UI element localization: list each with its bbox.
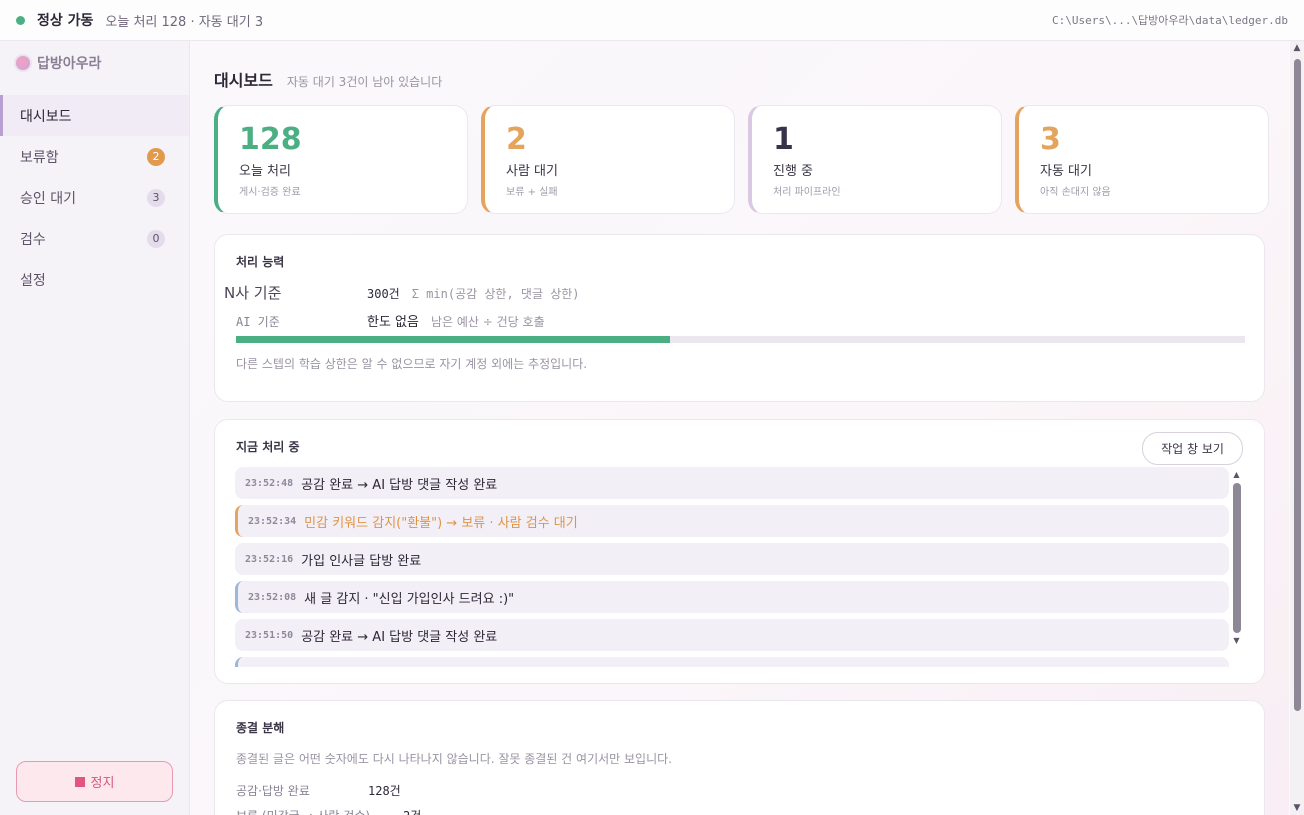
sidebar-item-review[interactable]: 검수 0 [0, 218, 189, 259]
kpi-sub: 보류 + 실패 [506, 187, 558, 198]
sidebar-item-dashboard[interactable]: 대시보드 [0, 95, 189, 136]
feed-text: 공감 완료 → AI 답방 댓글 작성 완료 [301, 477, 498, 493]
breakdown-label: 공감·답방 완료 [236, 784, 310, 798]
brand-logo-icon [14, 54, 32, 72]
scroll-up-icon[interactable]: ▲ [1290, 41, 1304, 55]
kpi-value: 2 [506, 122, 527, 157]
capacity-note: Σ min(공감 상한, 댓글 상한) [411, 287, 580, 301]
breakdown-value: 128건 [368, 784, 401, 798]
page-scrollbar[interactable]: ▲ ▼ [1290, 41, 1304, 815]
sidebar-item-label: 검수 [20, 231, 46, 248]
feed-time: 23:52:16 [245, 553, 294, 565]
count-badge: 0 [147, 229, 165, 248]
sidebar-item-settings[interactable]: 설정 [0, 259, 189, 300]
capacity-footnote: 다른 스텝의 학습 상한은 알 수 없으므로 자기 계정 외에는 추정입니다. [236, 357, 588, 371]
kpi-sub: 게시·검증 완료 [239, 187, 301, 198]
feed-time: 23:52:08 [248, 591, 297, 603]
count-badge: 2 [147, 147, 165, 166]
list-item: 23:51:50 공감 완료 → AI 답방 댓글 작성 완료 [235, 619, 1229, 651]
page-header: 대시보드 자동 대기 3건이 남아 있습니다 [214, 67, 442, 91]
breakdown-description: 종결된 글은 어떤 숫자에도 다시 나타나지 않습니다. 잘못 종결된 건 여기… [236, 752, 672, 766]
kpi-sub: 처리 파이프라인 [773, 187, 841, 198]
scroll-up-icon[interactable]: ▲ [1232, 470, 1241, 480]
capacity-label: AI 기준 [236, 315, 280, 329]
feed-time: 23:52:48 [245, 477, 294, 489]
status-indicator-icon [16, 15, 25, 25]
scroll-down-icon[interactable]: ▼ [1290, 801, 1304, 815]
kpi-card-processed: 128 오늘 처리 게시·검증 완료 [214, 105, 468, 214]
kpi-label: 진행 중 [773, 164, 814, 179]
kpi-label: 사람 대기 [506, 164, 558, 179]
status-bar: 정상 가동 오늘 처리 128 · 자동 대기 3 C:\Users\...\답… [0, 0, 1304, 41]
capacity-note: 남은 예산 ÷ 건당 호출 [430, 315, 545, 329]
capacity-label: N사 기준 [224, 284, 282, 302]
capacity-value: 300건 [367, 287, 400, 301]
list-item: 23:52:16 가입 인사글 답방 완료 [235, 543, 1229, 575]
activity-feed[interactable]: 23:52:48 공감 완료 → AI 답방 댓글 작성 완료 23:52:34… [235, 467, 1229, 667]
brand-name: 답방아우라 [37, 56, 102, 72]
kpi-value: 3 [1040, 122, 1061, 157]
db-path: C:\Users\...\답방아우라\data\ledger.db [1051, 14, 1288, 27]
breakdown-row: 공감·답방 완료 128건 [236, 782, 401, 799]
sidebar-item-label: 보류함 [20, 149, 59, 166]
count-badge: 3 [147, 188, 165, 207]
feed-text: 공감 완료 → AI 답방 댓글 작성 완료 [301, 629, 498, 645]
sidebar-nav: 대시보드 보류함 2 승인 대기 3 검수 0 설정 [0, 95, 189, 300]
stop-icon [74, 776, 85, 787]
kpi-card-human-wait: 2 사람 대기 보류 + 실패 [481, 105, 735, 214]
capacity-progress-bar [236, 336, 1245, 343]
scroll-thumb[interactable] [1232, 483, 1241, 633]
list-item: 23:52:48 공감 완료 → AI 답방 댓글 작성 완료 [235, 467, 1229, 499]
brand: 답방아우라 [0, 41, 189, 85]
capacity-progress-fill [236, 336, 670, 343]
capacity-card: 처리 능력 N사 기준 300건 Σ min(공감 상한, 댓글 상한) AI … [214, 234, 1265, 402]
kpi-card-auto-wait: 3 자동 대기 아직 손대지 않음 [1015, 105, 1269, 214]
feed-scrollbar[interactable]: ▲ ▼ [1232, 470, 1241, 665]
list-item: 23:52:34 민감 키워드 감지("환불") → 보류 · 사람 검수 대기 [235, 505, 1229, 537]
activity-card: 지금 처리 중 작업 창 보기 23:52:48 공감 완료 → AI 답방 댓… [214, 419, 1265, 684]
kpi-sub: 아직 손대지 않음 [1040, 187, 1111, 198]
capacity-row-ai: AI 기준 한도 없음 남은 예산 ÷ 건당 호출 [224, 311, 545, 330]
scroll-thumb[interactable] [1293, 59, 1301, 711]
feed-time: 23:52:34 [248, 515, 297, 527]
card-title: 처리 능력 [236, 255, 285, 269]
scroll-down-icon[interactable]: ▼ [1232, 636, 1241, 646]
list-item: 23:52:08 새 글 감지 · "신입 가입인사 드려요 :)" [235, 581, 1229, 613]
sidebar-item-label: 대시보드 [20, 108, 72, 125]
sidebar: 답방아우라 대시보드 보류함 2 승인 대기 3 검수 0 설정 정지 [0, 41, 190, 815]
breakdown-card: 종결 분해 종결된 글은 어떤 숫자에도 다시 나타나지 않습니다. 잘못 종결… [214, 700, 1265, 815]
capacity-value: 한도 없음 [367, 315, 419, 330]
page-subtitle: 자동 대기 3건이 남아 있습니다 [286, 75, 443, 89]
breakdown-label: 보류 (민감글 → 사람 검수) [236, 807, 403, 815]
sidebar-item-approval[interactable]: 승인 대기 3 [0, 177, 189, 218]
stop-label: 정지 [90, 776, 115, 791]
page-title: 대시보드 [214, 71, 273, 90]
sidebar-item-hold[interactable]: 보류함 2 [0, 136, 189, 177]
breakdown-value: 2건 [403, 807, 421, 815]
breakdown-row: 보류 (민감글 → 사람 검수) 2건 [236, 807, 421, 815]
feed-text: 민감 키워드 감지("환불") → 보류 · 사람 검수 대기 [304, 515, 578, 531]
kpi-value: 1 [773, 122, 794, 157]
kpi-label: 오늘 처리 [239, 164, 291, 179]
sidebar-item-label: 설정 [20, 272, 46, 289]
sidebar-item-label: 승인 대기 [20, 190, 76, 207]
feed-time: 23:51:50 [245, 629, 294, 641]
view-window-button[interactable]: 작업 창 보기 [1142, 432, 1243, 465]
kpi-label: 자동 대기 [1040, 164, 1092, 179]
status-title: 정상 가동 [37, 13, 94, 29]
status-meta: 오늘 처리 128 · 자동 대기 3 [105, 14, 264, 30]
main-content: 대시보드 자동 대기 3건이 남아 있습니다 128 오늘 처리 게시·검증 완… [191, 41, 1289, 815]
stop-button[interactable]: 정지 [16, 761, 173, 802]
kpi-card-in-progress: 1 진행 중 처리 파이프라인 [748, 105, 1002, 214]
card-title: 지금 처리 중 [236, 440, 300, 454]
feed-text: 가입 인사글 답방 완료 [301, 553, 422, 569]
capacity-row-n: N사 기준 300건 Σ min(공감 상한, 댓글 상한) [224, 282, 580, 303]
kpi-row: 128 오늘 처리 게시·검증 완료 2 사람 대기 보류 + 실패 1 진행 … [214, 105, 1269, 214]
kpi-value: 128 [239, 122, 302, 157]
card-title: 종결 분해 [236, 721, 285, 735]
feed-text: 새 글 감지 · "신입 가입인사 드려요 :)" [304, 591, 515, 607]
list-item [235, 657, 1229, 667]
